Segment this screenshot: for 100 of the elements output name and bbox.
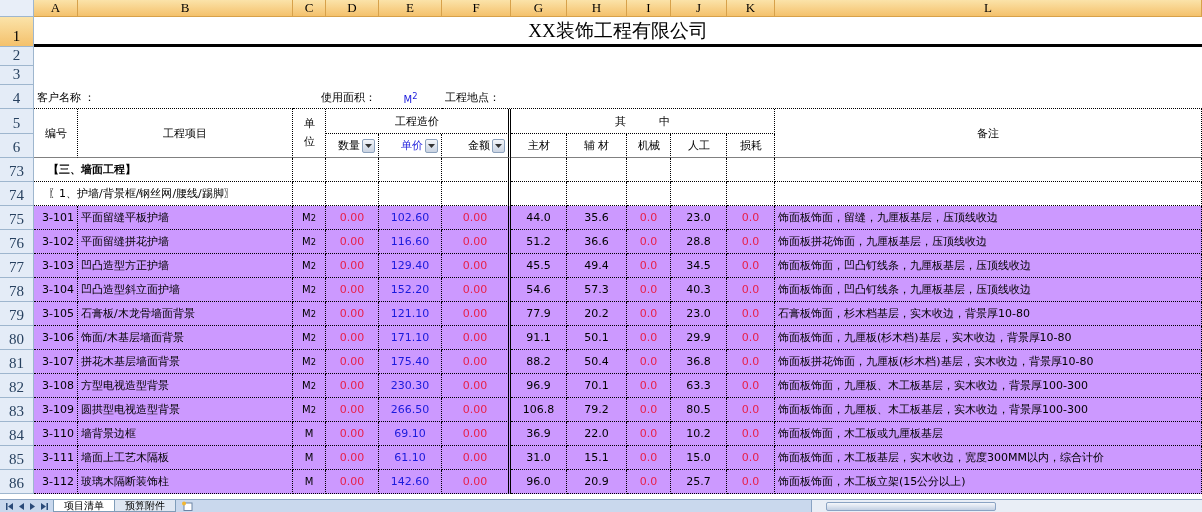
table-cell: 饰面板饰面，木工板立架(15公分以上) (775, 470, 1202, 494)
table-cell: 121.10 (379, 302, 442, 326)
column-header[interactable]: D (326, 0, 379, 17)
table-cell: 96.9 (511, 374, 567, 398)
table-cell: 0.0 (727, 278, 775, 302)
table-cell: 饰面板拼花饰面，九厘板基层，压顶线收边 (775, 230, 1202, 254)
table-cell (727, 158, 775, 182)
table-cell: 0.0 (627, 350, 671, 374)
table-cell: 0.0 (727, 446, 775, 470)
table-cell: 0.00 (442, 398, 511, 422)
column-header[interactable]: F (442, 0, 511, 17)
table-cell: 142.60 (379, 470, 442, 494)
row-header[interactable]: 5 (0, 109, 34, 134)
table-cell: 圆拱型电视造型背景 (78, 398, 293, 422)
table-cell: 饰面板饰面，凹凸钉线条，九厘板基层，压顶线收边 (775, 278, 1202, 302)
table-cell: 0.0 (727, 398, 775, 422)
row-header[interactable]: 85 (0, 446, 34, 470)
table-cell: 3-110 (34, 422, 78, 446)
table-cell: 0.00 (442, 206, 511, 230)
last-sheet-icon[interactable] (41, 502, 48, 510)
table-cell: 石膏板/木龙骨墙面背景 (78, 302, 293, 326)
caret-icon (428, 143, 435, 148)
table-cell: 0.0 (727, 302, 775, 326)
table-cell: 70.1 (567, 374, 627, 398)
first-sheet-icon[interactable] (6, 502, 13, 510)
table-cell: 3-104 (34, 278, 78, 302)
table-cell: 28.8 (671, 230, 727, 254)
table-cell: 50.4 (567, 350, 627, 374)
column-title: 主材 (511, 134, 567, 158)
table-cell: 0.00 (326, 398, 379, 422)
column-title: 人工 (671, 134, 727, 158)
sheet-tab[interactable]: 项目清单 (53, 500, 115, 512)
column-header[interactable]: J (671, 0, 727, 17)
row-header[interactable]: 3 (0, 66, 34, 85)
column-header[interactable]: G (511, 0, 567, 17)
column-header[interactable]: L (775, 0, 1202, 17)
column-header[interactable]: E (379, 0, 442, 17)
table-cell: 0.00 (326, 206, 379, 230)
row-header[interactable]: 83 (0, 398, 34, 422)
row-header[interactable]: 78 (0, 278, 34, 302)
row-header[interactable]: 80 (0, 326, 34, 350)
row-header[interactable]: 84 (0, 422, 34, 446)
row-header[interactable]: 74 (0, 182, 34, 206)
table-cell: 0.0 (727, 350, 775, 374)
table-cell (293, 158, 326, 182)
filter-dropdown-button[interactable] (425, 138, 438, 153)
table-cell: M (293, 470, 326, 494)
table-cell: 0.0 (627, 470, 671, 494)
horizontal-scrollbar[interactable] (811, 500, 1202, 512)
row-header[interactable]: 76 (0, 230, 34, 254)
table-cell: 0.00 (442, 446, 511, 470)
row-header[interactable]: 81 (0, 350, 34, 374)
table-cell: 0.00 (442, 278, 511, 302)
table-cell: 45.5 (511, 254, 567, 278)
row-header[interactable]: 86 (0, 470, 34, 494)
table-cell: 40.3 (671, 278, 727, 302)
new-sheet-icon[interactable] (181, 501, 193, 511)
table-cell: 106.8 (511, 398, 567, 422)
row-header[interactable]: 77 (0, 254, 34, 278)
filter-dropdown-button[interactable] (362, 138, 375, 153)
table-cell: 饰面板饰面，九厘板、木工板基层，实木收边，背景厚100-300 (775, 374, 1202, 398)
table-cell: 0.00 (326, 278, 379, 302)
column-header[interactable]: B (78, 0, 293, 17)
next-sheet-icon[interactable] (30, 502, 35, 510)
row-header[interactable]: 75 (0, 206, 34, 230)
table-cell: M (293, 446, 326, 470)
table-cell: 0.00 (442, 350, 511, 374)
row-header[interactable]: 82 (0, 374, 34, 398)
column-header[interactable]: A (34, 0, 78, 17)
row-header[interactable]: 2 (0, 47, 34, 66)
table-cell: 0.0 (627, 398, 671, 422)
table-cell: 3-106 (34, 326, 78, 350)
sheet-tab[interactable]: 预算附件 (114, 500, 176, 512)
table-cell: 0.00 (442, 470, 511, 494)
column-header[interactable]: I (627, 0, 671, 17)
table-cell: 0.0 (727, 206, 775, 230)
table-cell: 96.0 (511, 470, 567, 494)
column-header[interactable]: H (567, 0, 627, 17)
table-cell: 0.0 (727, 230, 775, 254)
column-header[interactable]: K (727, 0, 775, 17)
caret-icon (495, 143, 502, 148)
table-cell: 石膏板饰面，杉木档基层，实木收边，背景厚10-80 (775, 302, 1202, 326)
table-cell: 饰面板拼花饰面，九厘板(杉木档)基层，实木收边，背景厚10-80 (775, 350, 1202, 374)
column-title: 单位 (293, 109, 326, 158)
table-cell: 饰面/木基层墙面背景 (78, 326, 293, 350)
table-cell: M (293, 422, 326, 446)
row-header[interactable]: 6 (0, 134, 34, 158)
row-header[interactable]: 73 (0, 158, 34, 182)
row-header[interactable]: 4 (0, 85, 34, 109)
column-header[interactable]: C (293, 0, 326, 17)
table-cell: 饰面板饰面，九厘板、木工板基层，实木收边，背景厚100-300 (775, 398, 1202, 422)
filter-dropdown-button[interactable] (492, 138, 505, 153)
table-cell: 35.6 (567, 206, 627, 230)
table-cell: 3-101 (34, 206, 78, 230)
table-cell: 80.5 (671, 398, 727, 422)
table-cell: 玻璃木隔断装饰柱 (78, 470, 293, 494)
row-header[interactable]: 79 (0, 302, 34, 326)
previous-sheet-icon[interactable] (19, 502, 24, 510)
table-cell: 57.3 (567, 278, 627, 302)
row-header[interactable]: 1 (0, 17, 34, 47)
